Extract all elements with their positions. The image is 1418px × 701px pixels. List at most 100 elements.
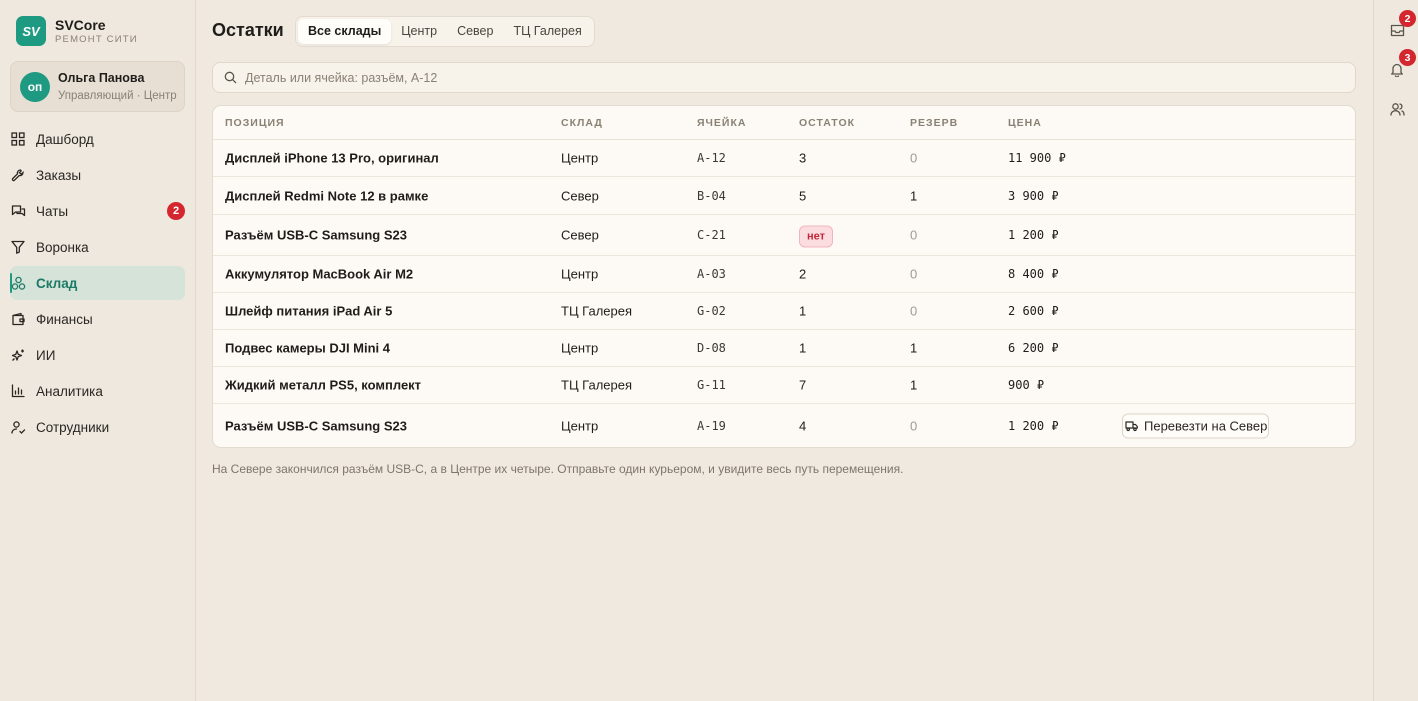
item-stock: 1 (799, 340, 807, 356)
funnel-icon (10, 239, 26, 255)
page-title: Остатки (212, 20, 284, 40)
sidebar-item-label: Финансы (36, 311, 93, 327)
item-name: Разъём USB-C Samsung S23 (225, 227, 407, 243)
brand-logo: SV (16, 16, 46, 46)
column-header-stock[interactable]: ОСТАТОК (799, 117, 855, 129)
table-row[interactable]: Разъём USB-C Samsung S23 Центр A-19 4 0 … (213, 404, 1355, 447)
table-row[interactable]: Дисплей Redmi Note 12 в рамке Север B-04… (213, 177, 1355, 215)
item-cell: D-08 (697, 341, 726, 355)
table-row[interactable]: Подвес камеры DJI Mini 4 Центр D-08 1 1 … (213, 330, 1355, 367)
table-row[interactable]: Жидкий металл PS5, комплект ТЦ Галерея G… (213, 367, 1355, 404)
table-row[interactable]: Дисплей iPhone 13 Pro, оригинал Центр A-… (213, 140, 1355, 177)
sparkles-icon (10, 347, 26, 363)
stock-table: ПОЗИЦИЯ СКЛАД ЯЧЕЙКА ОСТАТОК РЕЗЕРВ ЦЕНА… (212, 105, 1356, 448)
column-header-price[interactable]: ЦЕНА (1008, 117, 1042, 129)
item-reserve: 1 (910, 340, 918, 356)
notifications-button[interactable]: 3 (1388, 49, 1416, 78)
column-header-reserve[interactable]: РЕЗЕРВ (910, 117, 958, 129)
brand-name: SVCore (55, 16, 106, 33)
sidebar-item-ai[interactable]: ИИ (10, 338, 185, 372)
wrench-icon (10, 167, 26, 183)
item-cell: A-12 (697, 151, 726, 165)
inbox-button[interactable]: 2 (1388, 10, 1416, 39)
item-name: Аккумулятор MacBook Air M2 (225, 266, 414, 282)
tab-center[interactable]: Центр (391, 19, 447, 44)
user-role: Управляющий · Центр (58, 89, 177, 102)
item-reserve: 0 (910, 303, 918, 319)
tab-all-warehouses[interactable]: Все склады (298, 19, 392, 44)
notifications-badge: 3 (1399, 49, 1416, 66)
search-input[interactable] (245, 70, 1145, 85)
item-reserve: 0 (910, 150, 918, 166)
sidebar-item-label: Заказы (36, 167, 82, 183)
sidebar-item-orders[interactable]: Заказы (10, 158, 185, 192)
transfer-to-north-button[interactable]: Перевезти на Север (1122, 413, 1270, 439)
item-name: Дисплей Redmi Note 12 в рамке (225, 188, 429, 203)
search-icon (224, 71, 237, 84)
table-header: ПОЗИЦИЯ СКЛАД ЯЧЕЙКА ОСТАТОК РЕЗЕРВ ЦЕНА (213, 106, 1355, 140)
column-header-warehouse[interactable]: СКЛАД (561, 117, 603, 129)
item-price: 1 200 ₽ (1008, 228, 1059, 242)
bar-chart-icon (10, 383, 26, 399)
sidebar-item-label: Воронка (36, 239, 89, 255)
main-content: Остатки Все склады Центр Север ТЦ Галере… (196, 0, 1373, 701)
item-stock: 5 (799, 188, 807, 203)
sidebar-item-label: Аналитика (36, 383, 103, 399)
item-warehouse: ТЦ Галерея (561, 377, 633, 393)
sidebar-item-chats[interactable]: Чаты 2 (10, 194, 185, 228)
hint-text: На Севере закончился разъём USB-C, а в Ц… (212, 462, 904, 476)
sidebar-item-label: Чаты (36, 203, 69, 219)
item-stock: 3 (799, 150, 807, 166)
item-cell: G-02 (697, 304, 726, 318)
brand[interactable]: SV SVCore РЕМОНТ СИТИ (16, 16, 138, 46)
item-cell: B-04 (697, 188, 726, 203)
item-warehouse: Центр (561, 150, 599, 166)
users-icon (1389, 102, 1405, 116)
sidebar-item-finance[interactable]: Финансы (10, 302, 185, 336)
chat-icon (10, 203, 26, 219)
brand-subtitle: РЕМОНТ СИТИ (55, 33, 138, 45)
warehouse-icon (10, 275, 26, 291)
user-card[interactable]: оп Ольга Панова Управляющий · Центр (10, 61, 185, 112)
sidebar-item-label: Дашборд (36, 131, 94, 147)
search-bar[interactable] (212, 62, 1356, 93)
item-name: Разъём USB-C Samsung S23 (225, 418, 407, 434)
sidebar-item-dashboard[interactable]: Дашборд (10, 122, 185, 156)
sidebar-item-label: ИИ (36, 347, 56, 363)
item-name: Шлейф питания iPad Air 5 (225, 303, 393, 319)
table-row[interactable]: Аккумулятор MacBook Air M2 Центр A-03 2 … (213, 256, 1355, 293)
sidebar-item-warehouse[interactable]: Склад (10, 266, 185, 300)
team-button[interactable] (1388, 100, 1406, 118)
item-stock: 4 (799, 418, 807, 434)
sidebar: SV SVCore РЕМОНТ СИТИ оп Ольга Панова Уп… (0, 0, 196, 701)
transfer-button-label: Перевезти на Север (1144, 418, 1268, 434)
item-warehouse: Центр (561, 266, 599, 282)
column-header-item[interactable]: ПОЗИЦИЯ (225, 117, 285, 129)
item-warehouse: ТЦ Галерея (561, 303, 633, 319)
item-name: Дисплей iPhone 13 Pro, оригинал (225, 150, 439, 166)
item-price: 1 200 ₽ (1008, 419, 1059, 433)
sidebar-item-funnel[interactable]: Воронка (10, 230, 185, 264)
table-row[interactable]: Разъём USB-C Samsung S23 Север C-21 нет … (213, 215, 1355, 256)
item-reserve: 0 (910, 266, 918, 282)
item-warehouse: Центр (561, 340, 599, 356)
item-stock: 1 (799, 303, 807, 319)
sidebar-nav: Дашборд Заказы Чаты 2 Воронка Склад Фина… (10, 122, 185, 446)
tab-gallery-mall[interactable]: ТЦ Галерея (503, 19, 591, 44)
sidebar-item-analytics[interactable]: Аналитика (10, 374, 185, 408)
item-stock: 2 (799, 266, 807, 282)
table-row[interactable]: Шлейф питания iPad Air 5 ТЦ Галерея G-02… (213, 293, 1355, 330)
item-cell: C-21 (697, 228, 726, 242)
item-reserve: 0 (910, 418, 918, 434)
item-reserve: 1 (910, 188, 918, 203)
sidebar-item-staff[interactable]: Сотрудники (10, 410, 185, 444)
item-stock: 7 (799, 377, 807, 393)
warehouse-tabs: Все склады Центр Север ТЦ Галерея (295, 16, 595, 47)
sidebar-item-label: Сотрудники (36, 419, 110, 435)
sidebar-item-label: Склад (36, 275, 78, 291)
column-header-cell[interactable]: ЯЧЕЙКА (697, 117, 746, 129)
avatar: оп (20, 71, 50, 102)
item-price: 2 600 ₽ (1008, 304, 1059, 318)
tab-north[interactable]: Север (447, 19, 503, 44)
item-name: Жидкий металл PS5, комплект (225, 377, 422, 393)
